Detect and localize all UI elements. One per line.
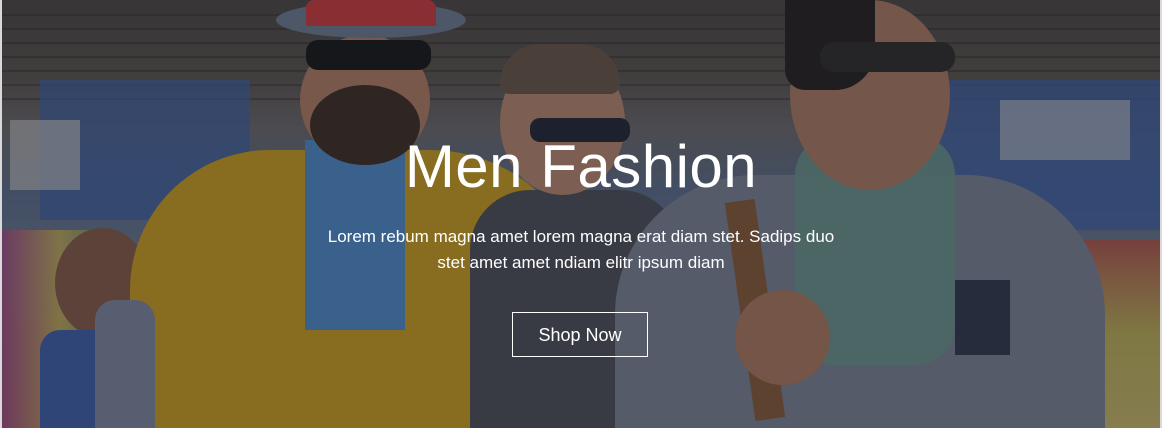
hero-banner: Men Fashion Lorem rebum magna amet lorem… (0, 0, 1162, 428)
hero-subtitle: Lorem rebum magna amet lorem magna erat … (327, 227, 835, 272)
hero-content: Men Fashion Lorem rebum magna amet lorem… (0, 0, 1162, 428)
shop-now-button[interactable]: Shop Now (512, 312, 648, 357)
hero-title: Men Fashion (404, 133, 758, 200)
